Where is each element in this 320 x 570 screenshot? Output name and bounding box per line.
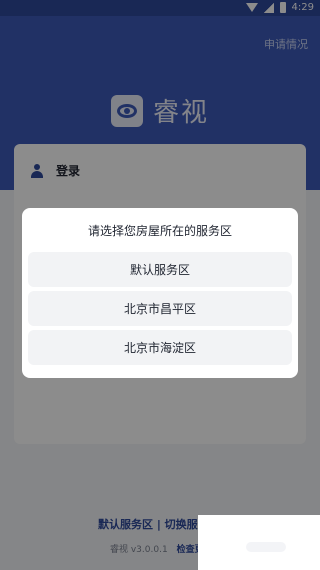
corner-mark bbox=[246, 542, 286, 552]
option-haidian[interactable]: 北京市海淀区 bbox=[28, 330, 292, 365]
dialog-title: 请选择您房屋所在的服务区 bbox=[87, 224, 232, 238]
option-changping[interactable]: 北京市昌平区 bbox=[28, 291, 292, 326]
service-area-dialog: 请选择您房屋所在的服务区 默认服务区 北京市昌平区 北京市海淀区 bbox=[22, 208, 298, 378]
option-default-area[interactable]: 默认服务区 bbox=[28, 252, 292, 287]
